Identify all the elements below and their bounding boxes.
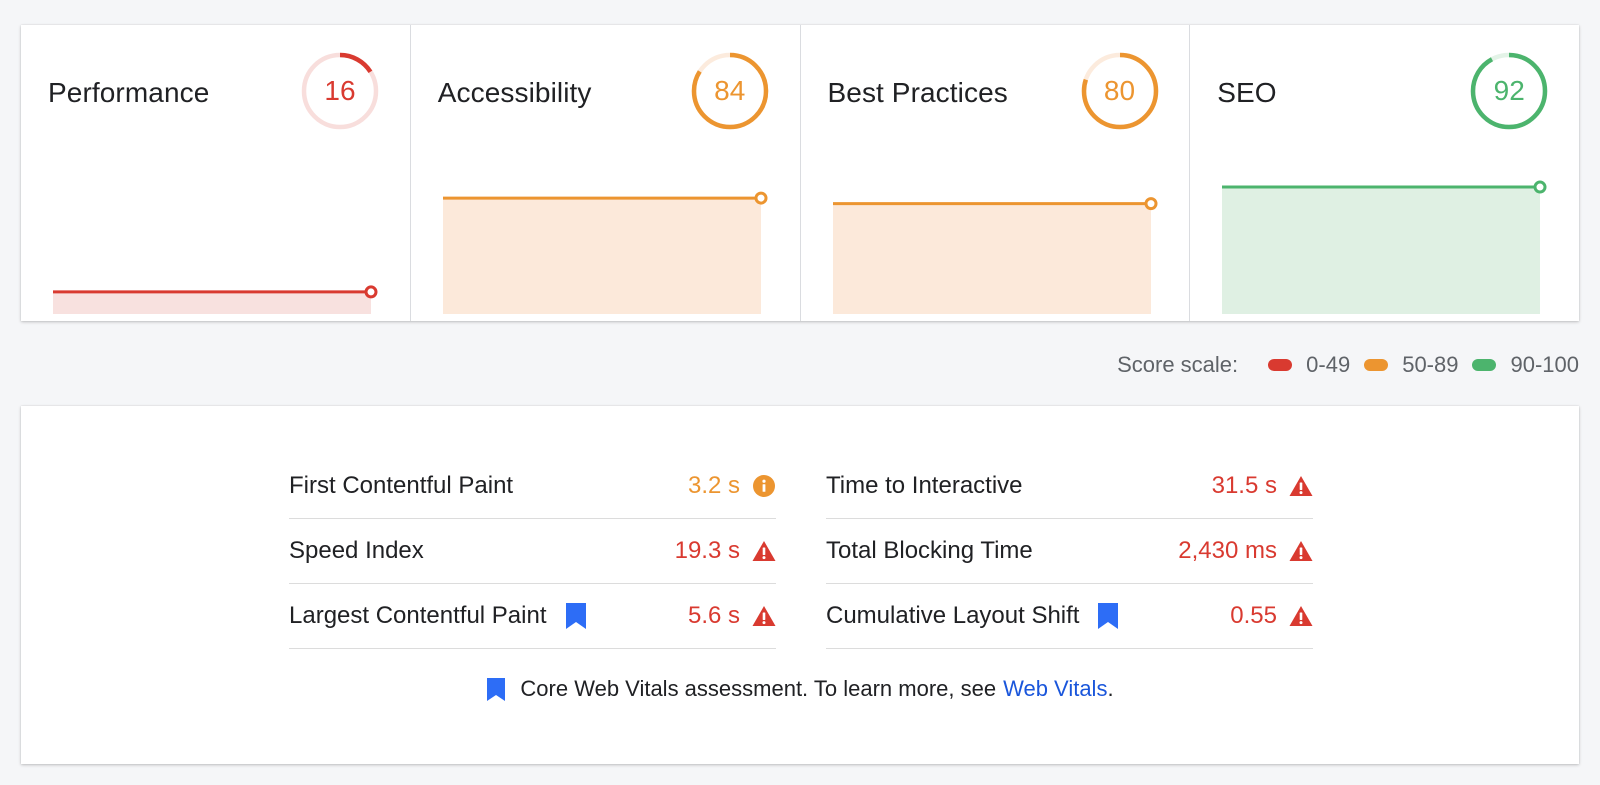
category-scores: Performance 16 Accessibility 84 Best Pra…	[21, 25, 1579, 321]
metric-value: 0.55	[1230, 602, 1277, 629]
metric-name: Speed Index	[289, 537, 424, 564]
metric-time-to-interactive[interactable]: Time to Interactive 31.5 s	[826, 454, 1313, 519]
latest-score-marker	[754, 191, 768, 205]
bookmark-icon	[486, 677, 506, 702]
score-gauge: 16	[299, 50, 381, 132]
metric-name: Time to Interactive	[826, 472, 1023, 499]
metric-name: Cumulative Layout Shift	[826, 602, 1080, 629]
metric-value: 2,430 ms	[1178, 537, 1277, 564]
score-scale-item-pass: 90-100	[1472, 352, 1579, 378]
pass-pill-icon	[1472, 359, 1497, 371]
category-title: Performance	[48, 77, 210, 108]
score-gauge: 92	[1468, 50, 1550, 132]
score-value: 84	[714, 75, 746, 106]
metric-name: First Contentful Paint	[289, 472, 514, 499]
score-value: 16	[324, 75, 356, 106]
fail-pill-icon	[1268, 359, 1293, 371]
score-scale-legend: Score scale: 0-49 50-89 90-100	[1117, 352, 1579, 378]
score-scale-range: 90-100	[1510, 352, 1579, 377]
metric-cumulative-layout-shift[interactable]: Cumulative Layout Shift 0.55	[826, 584, 1313, 649]
category-card-seo[interactable]: SEO 92	[1190, 25, 1579, 321]
category-card-best-practices[interactable]: Best Practices 80	[801, 25, 1191, 321]
metric-name: Largest Contentful Paint	[289, 602, 547, 629]
score-trend-chart	[1222, 175, 1562, 325]
warning-icon	[752, 539, 776, 563]
metric-value: 3.2 s	[687, 472, 740, 499]
latest-score-marker	[364, 285, 378, 299]
metric-value: 5.6 s	[687, 602, 740, 629]
score-gauge: 84	[689, 50, 771, 132]
info-icon	[752, 474, 776, 498]
metric-largest-contentful-paint[interactable]: Largest Contentful Paint 5.6 s	[289, 584, 776, 649]
score-scale-range: 0-49	[1306, 352, 1351, 377]
category-title: Best Practices	[827, 77, 1008, 108]
footnote-text: Core Web Vitals assessment. To learn mor…	[520, 676, 997, 701]
category-card-accessibility[interactable]: Accessibility 84	[411, 25, 801, 321]
metric-total-blocking-time[interactable]: Total Blocking Time 2,430 ms	[826, 519, 1313, 584]
metrics-grid: First Contentful Paint 3.2 s Time to Int…	[289, 454, 1313, 649]
warning-icon	[1289, 474, 1313, 498]
bookmark-icon	[565, 602, 587, 630]
score-value: 92	[1493, 75, 1525, 106]
score-value: 80	[1103, 75, 1136, 106]
category-title: Accessibility	[437, 77, 592, 108]
score-scale-range: 50-89	[1402, 352, 1459, 377]
warning-icon	[1289, 539, 1313, 563]
score-trend-chart	[832, 175, 1173, 325]
score-scale-item-average: 50-89	[1364, 352, 1458, 378]
metric-value: 19.3 s	[674, 537, 740, 564]
web-vitals-link[interactable]: Web Vitals	[1003, 676, 1107, 702]
metric-speed-index[interactable]: Speed Index 19.3 s	[289, 519, 776, 584]
core-web-vitals-footnote: Core Web Vitals assessment. To learn mor…	[21, 676, 1579, 702]
metric-name: Total Blocking Time	[826, 537, 1033, 564]
bookmark-icon	[1097, 602, 1119, 630]
average-pill-icon	[1364, 359, 1389, 371]
metric-value: 31.5 s	[1211, 472, 1277, 499]
warning-icon	[752, 604, 776, 628]
metrics-panel: First Contentful Paint 3.2 s Time to Int…	[21, 406, 1579, 764]
score-trend-chart	[53, 175, 393, 325]
metric-first-contentful-paint[interactable]: First Contentful Paint 3.2 s	[289, 454, 776, 519]
warning-icon	[1289, 604, 1313, 628]
category-card-performance[interactable]: Performance 16	[21, 25, 411, 321]
latest-score-marker	[1144, 197, 1157, 211]
score-trend-chart	[442, 175, 783, 325]
footnote-end: .	[1107, 676, 1114, 701]
score-gauge: 80	[1079, 50, 1161, 132]
score-scale-item-fail: 0-49	[1268, 352, 1350, 378]
score-scale-label: Score scale:	[1117, 352, 1239, 377]
latest-score-marker	[1533, 180, 1547, 194]
category-title: SEO	[1217, 77, 1277, 108]
